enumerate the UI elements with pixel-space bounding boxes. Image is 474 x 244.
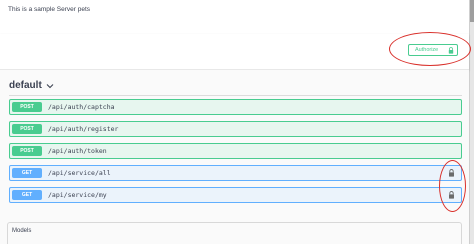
method-badge: GET: [12, 190, 42, 200]
method-badge: POST: [12, 146, 42, 156]
tag-divider: [9, 95, 462, 96]
operation-row[interactable]: GET /api/service/all: [9, 165, 462, 181]
tag-section-header[interactable]: default: [9, 80, 54, 91]
operation-row[interactable]: GET /api/service/my: [9, 187, 462, 203]
chevron-down-icon[interactable]: [46, 83, 54, 89]
operation-row[interactable]: POST /api/auth/token: [9, 143, 462, 159]
operation-path: /api/service/my: [48, 191, 107, 199]
annotation-circle-locks: [439, 160, 466, 212]
method-badge: POST: [12, 102, 42, 112]
vertical-scrollbar[interactable]: [470, 0, 474, 244]
operation-path: /api/auth/token: [48, 147, 107, 155]
api-description: This is a sample Server pets: [8, 6, 91, 13]
operation-row[interactable]: POST /api/auth/captcha: [9, 99, 462, 115]
method-badge: GET: [12, 168, 42, 178]
scrollbar-thumb[interactable]: [470, 0, 474, 22]
models-section[interactable]: Models: [7, 222, 462, 244]
annotation-circle-authorize: [389, 32, 471, 66]
method-badge: POST: [12, 124, 42, 134]
models-title: Models: [12, 228, 32, 234]
tag-title: default: [9, 80, 42, 91]
operation-path: /api/service/all: [48, 169, 111, 177]
operation-row[interactable]: POST /api/auth/register: [9, 121, 462, 137]
operation-path: /api/auth/captcha: [48, 103, 115, 111]
operation-path: /api/auth/register: [48, 125, 119, 133]
